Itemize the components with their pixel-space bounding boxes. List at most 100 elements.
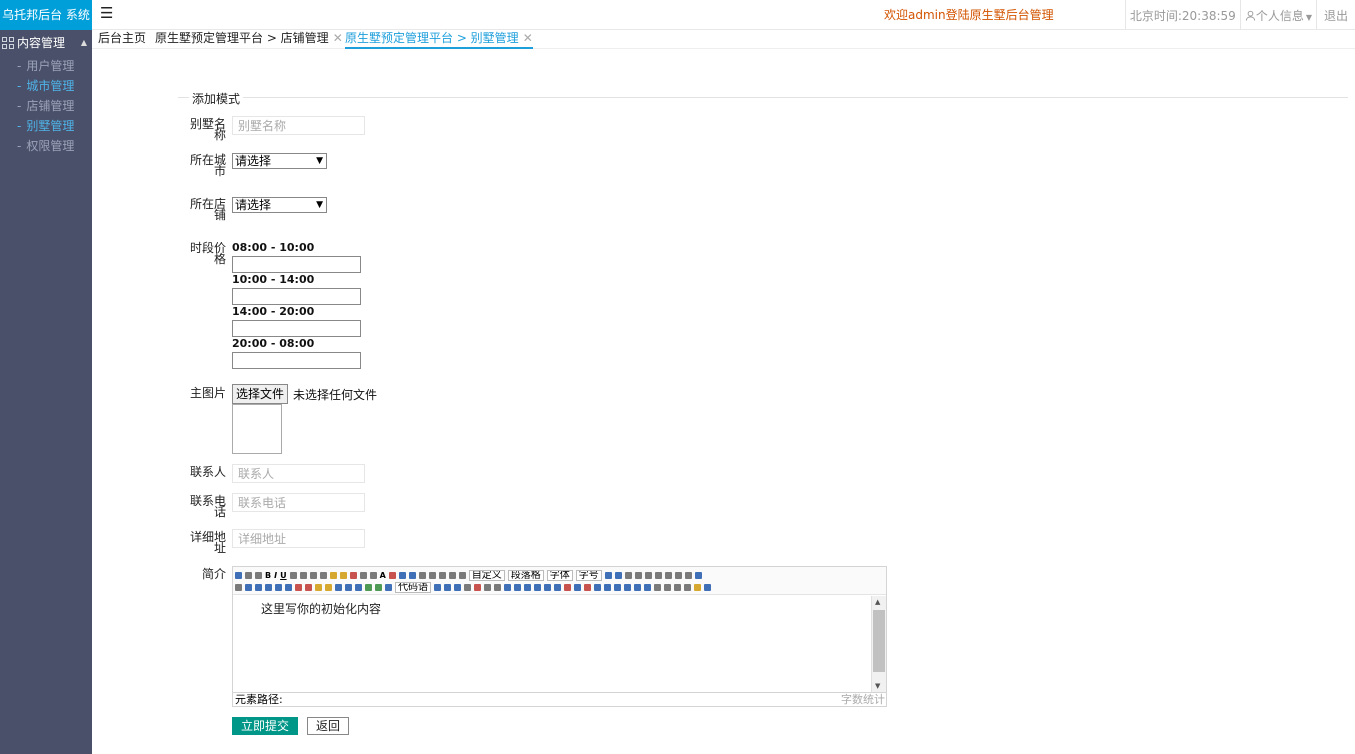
align-center-icon[interactable] [644, 571, 652, 579]
scrawl-icon[interactable] [325, 583, 332, 591]
source-icon[interactable] [235, 571, 242, 579]
print-icon[interactable] [664, 583, 671, 591]
emotion-icon[interactable] [315, 583, 322, 591]
border-icon[interactable] [289, 571, 297, 579]
code-language-combo[interactable]: 代码语 [395, 581, 431, 593]
ordered-list-icon[interactable] [398, 571, 406, 579]
insert-image-icon[interactable] [305, 583, 312, 591]
editor-body[interactable]: 这里写你的初始化内容 [233, 596, 871, 693]
sidebar-item-cities[interactable]: - 城市管理 [0, 76, 92, 96]
tab-shop-management[interactable]: 原生墅预定管理平台 > 店铺管理 ✕ [155, 30, 343, 49]
direction-ltr-icon[interactable] [604, 571, 612, 579]
close-icon[interactable]: ✕ [523, 31, 533, 45]
underline-icon[interactable]: U [280, 571, 287, 580]
font-size-combo[interactable]: 字号 [575, 569, 602, 581]
unordered-list-icon[interactable] [408, 571, 416, 579]
tab-villa-management[interactable]: 原生墅预定管理平台 > 别墅管理 ✕ [345, 30, 533, 49]
drafts-icon[interactable] [694, 583, 701, 591]
font-family-combo[interactable]: 字体 [546, 569, 573, 581]
delete-col-icon[interactable] [584, 583, 591, 591]
map-icon[interactable] [365, 583, 372, 591]
bold-icon[interactable]: B [265, 571, 271, 580]
slot-price-input-4[interactable] [232, 352, 361, 369]
user-info-menu[interactable]: 个人信息 ▼ [1239, 0, 1316, 30]
sidebar-item-shops[interactable]: - 店铺管理 [0, 96, 92, 116]
menu-toggle-icon[interactable]: ☰ [100, 5, 113, 21]
shop-select[interactable]: 请选择 ▼ [232, 197, 327, 213]
scroll-thumb[interactable] [873, 610, 885, 672]
phone-input[interactable] [232, 493, 365, 512]
background-color-icon[interactable] [388, 571, 396, 579]
insert-frame-icon[interactable] [385, 583, 392, 591]
slot-price-input-3[interactable] [232, 320, 361, 337]
insert-row-icon[interactable] [554, 583, 561, 591]
paragraph-combo[interactable]: 段落格 [507, 569, 544, 581]
contact-input[interactable] [232, 464, 365, 483]
search-replace-icon[interactable] [684, 583, 691, 591]
slot-price-input-1[interactable] [232, 256, 361, 273]
split-cells-icon[interactable] [624, 583, 631, 591]
row-spacing-top-icon[interactable] [438, 571, 446, 579]
rich-text-editor[interactable]: B I U A 自定义 段落格 字体 字号 代码语 这里写你的初始化内容 ▲ ▼… [232, 566, 887, 707]
template-icon[interactable] [444, 583, 451, 591]
insert-table-icon[interactable] [524, 583, 531, 591]
pasteplain-icon[interactable] [369, 571, 377, 579]
preview-icon[interactable] [674, 583, 681, 591]
background-icon[interactable] [454, 583, 461, 591]
align-justify-icon[interactable] [664, 571, 672, 579]
sidebar-item-users[interactable]: - 用户管理 [0, 56, 92, 76]
time-icon[interactable] [484, 583, 491, 591]
insert-col-icon[interactable] [574, 583, 581, 591]
align-right-icon[interactable] [654, 571, 662, 579]
indent-icon[interactable] [624, 571, 632, 579]
clear-format-icon[interactable] [339, 571, 347, 579]
music-icon[interactable] [345, 583, 352, 591]
merge-right-icon[interactable] [604, 583, 611, 591]
choose-file-button[interactable]: 选择文件 [232, 384, 289, 404]
wordimage-icon[interactable] [514, 583, 521, 591]
horizontal-icon[interactable] [464, 583, 471, 591]
split-rows-icon[interactable] [634, 583, 641, 591]
sidebar-item-permissions[interactable]: - 权限管理 [0, 136, 92, 156]
close-icon[interactable]: ✕ [333, 31, 343, 45]
image-center-icon[interactable] [285, 583, 292, 591]
line-height-icon[interactable] [458, 571, 466, 579]
scroll-down-icon[interactable]: ▼ [875, 682, 880, 690]
insert-video-icon[interactable] [335, 583, 342, 591]
to-lowercase-icon[interactable] [684, 571, 692, 579]
delete-row-icon[interactable] [564, 583, 571, 591]
italic-icon[interactable]: I [274, 571, 277, 580]
undo-icon[interactable] [245, 571, 252, 579]
insert-paragraph-icon[interactable] [544, 583, 551, 591]
superscript-icon[interactable] [309, 571, 317, 579]
help-icon[interactable] [704, 583, 711, 591]
subscript-icon[interactable] [319, 571, 327, 579]
image-right-icon[interactable] [275, 583, 282, 591]
auto-type-icon[interactable] [349, 571, 357, 579]
attachment-icon[interactable] [355, 583, 362, 591]
city-select[interactable]: 请选择 ▼ [232, 153, 327, 169]
tab-home[interactable]: 后台主页 [98, 30, 146, 49]
direction-rtl-icon[interactable] [614, 571, 622, 579]
back-button[interactable]: 返回 [307, 717, 349, 735]
slot-price-input-2[interactable] [232, 288, 361, 305]
sidebar-group-content[interactable]: 内容管理 ▲ [0, 30, 92, 56]
custom-style-combo[interactable]: 自定义 [468, 569, 505, 581]
address-input[interactable] [232, 529, 365, 548]
merge-cells-icon[interactable] [594, 583, 601, 591]
align-left-icon[interactable] [634, 571, 642, 579]
anchor-icon[interactable] [245, 583, 252, 591]
logout-link[interactable]: 退出 [1315, 0, 1355, 30]
strike-icon[interactable] [299, 571, 307, 579]
merge-down-icon[interactable] [614, 583, 621, 591]
delete-table-icon[interactable] [534, 583, 541, 591]
snapscreen-icon[interactable] [504, 583, 511, 591]
page-break-icon[interactable] [434, 583, 441, 591]
split-cols-icon[interactable] [644, 583, 651, 591]
row-spacing-bottom-icon[interactable] [448, 571, 456, 579]
simple-upload-icon[interactable] [295, 583, 302, 591]
villa-name-input[interactable] [232, 116, 365, 135]
submit-button[interactable]: 立即提交 [232, 717, 298, 735]
date-icon[interactable] [474, 583, 481, 591]
sidebar-item-villas[interactable]: - 别墅管理 [0, 116, 92, 136]
